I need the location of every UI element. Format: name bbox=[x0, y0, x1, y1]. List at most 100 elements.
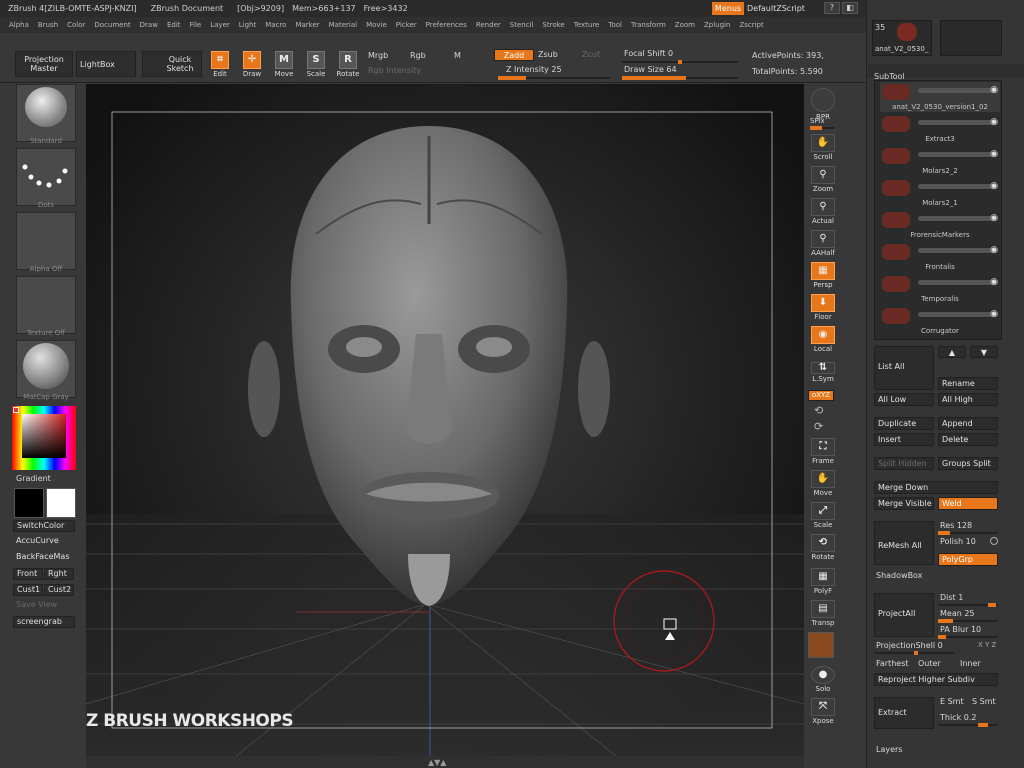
menu-file[interactable]: File bbox=[190, 21, 202, 29]
menu-zscript[interactable]: Zscript bbox=[739, 21, 763, 29]
outer-toggle[interactable]: Outer bbox=[918, 659, 941, 668]
menu-macro[interactable]: Macro bbox=[265, 21, 286, 29]
all-low-button[interactable]: All Low bbox=[874, 393, 934, 406]
tray-toggle-icon[interactable]: ▲▼▲ bbox=[428, 758, 446, 767]
subtool-toggle[interactable] bbox=[918, 88, 998, 93]
brush-selector[interactable] bbox=[16, 84, 76, 142]
menu-preferences[interactable]: Preferences bbox=[426, 21, 467, 29]
pa-blur-track[interactable] bbox=[938, 635, 998, 639]
list-all-button[interactable]: List All bbox=[874, 346, 934, 390]
custom1-view-button[interactable]: Cust1 bbox=[13, 584, 43, 596]
append-button[interactable]: Append bbox=[938, 417, 998, 430]
subtool-item[interactable]: ◉ Corrugator bbox=[880, 306, 1000, 336]
dist-slider[interactable]: Dist 1 bbox=[940, 593, 963, 602]
subtool-item[interactable]: ◉ Temporalis bbox=[880, 274, 1000, 304]
lsym-button[interactable]: ⇅ L.Sym bbox=[808, 362, 838, 392]
scale-view-button[interactable]: ⤢ Scale bbox=[808, 502, 838, 532]
menu-edit[interactable]: Edit bbox=[167, 21, 181, 29]
reproject-button[interactable]: Reproject Higher Subdiv bbox=[874, 673, 998, 686]
move-tool[interactable]: M Move bbox=[270, 49, 298, 81]
projection-shell-slider[interactable]: ProjectionShell 0 bbox=[876, 641, 943, 650]
spix-slider[interactable]: SPix bbox=[810, 117, 825, 125]
rgb-toggle[interactable]: Rgb bbox=[410, 51, 426, 60]
z-intensity-track[interactable] bbox=[498, 76, 610, 80]
draw-size-slider[interactable]: Draw Size 64 bbox=[624, 65, 677, 74]
material-selector[interactable] bbox=[16, 340, 76, 398]
subtool-toggle[interactable] bbox=[918, 120, 998, 125]
thick-slider[interactable]: Thick 0.2 bbox=[940, 713, 977, 722]
move-view-button[interactable]: ✋ Move bbox=[808, 470, 838, 500]
merge-visible-button[interactable]: Merge Visible bbox=[874, 497, 934, 510]
xpose-button[interactable]: ⤧ Xpose bbox=[808, 698, 838, 728]
eye-icon[interactable]: ◉ bbox=[990, 277, 998, 287]
draw-tool[interactable]: ✛ Draw bbox=[238, 49, 266, 81]
rotate-axis2-icon[interactable]: ⟳ bbox=[814, 420, 823, 433]
texture-selector[interactable] bbox=[16, 276, 76, 334]
rotate-tool[interactable]: R Rotate bbox=[334, 49, 362, 81]
ghost-button[interactable] bbox=[808, 632, 834, 658]
menu-material[interactable]: Material bbox=[329, 21, 357, 29]
s-smt-slider[interactable]: S Smt bbox=[972, 697, 996, 706]
eye-icon[interactable]: ◉ bbox=[990, 181, 998, 191]
menu-movie[interactable]: Movie bbox=[366, 21, 387, 29]
canvas-viewport[interactable]: Z BRUSH WORKSHOPS bbox=[86, 84, 804, 756]
rotate-axis-icon[interactable]: ⟲ bbox=[814, 404, 823, 417]
polygrp-toggle[interactable]: PolyGrp bbox=[938, 553, 998, 566]
polish-slider[interactable]: Polish 10 bbox=[940, 537, 976, 546]
bpr-button[interactable]: BPR bbox=[808, 88, 838, 121]
menu-picker[interactable]: Picker bbox=[396, 21, 417, 29]
projection-master-button[interactable]: Projection Master bbox=[15, 51, 73, 77]
remesh-all-button[interactable]: ReMesh All bbox=[874, 521, 934, 565]
accucurve-button[interactable]: AccuCurve bbox=[13, 536, 75, 548]
eye-icon[interactable]: ◉ bbox=[990, 309, 998, 319]
switchcolor-button[interactable]: SwitchColor bbox=[13, 520, 75, 532]
menu-stencil[interactable]: Stencil bbox=[510, 21, 534, 29]
front-view-button[interactable]: Front bbox=[13, 568, 43, 580]
script-name[interactable]: DefaultZScript bbox=[747, 2, 817, 15]
zoom-button[interactable]: ⚲ Zoom bbox=[808, 166, 838, 196]
layout-icon[interactable]: ◧ bbox=[842, 2, 858, 14]
delete-button[interactable]: Delete bbox=[938, 433, 998, 446]
projection-shell-track[interactable] bbox=[874, 651, 954, 655]
thick-track[interactable] bbox=[938, 723, 998, 727]
mean-track[interactable] bbox=[938, 619, 998, 623]
xyz-symmetry-button[interactable]: oXYZ bbox=[808, 390, 834, 401]
main-color-swatch[interactable] bbox=[46, 488, 76, 518]
insert-button[interactable]: Insert bbox=[874, 433, 934, 446]
subtool-item[interactable]: ◉ Molars2_1 bbox=[880, 178, 1000, 208]
solo-button[interactable]: ● Solo bbox=[808, 666, 838, 696]
subtool-item[interactable]: ◉ FrorensicMarkers bbox=[880, 210, 1000, 240]
right-view-button[interactable]: Rght bbox=[44, 568, 74, 580]
subtool-toggle[interactable] bbox=[918, 248, 998, 253]
draw-size-track[interactable] bbox=[622, 76, 738, 80]
split-hidden-button[interactable]: Split Hidden bbox=[874, 457, 934, 470]
menu-draw[interactable]: Draw bbox=[140, 21, 158, 29]
menu-light[interactable]: Light bbox=[239, 21, 256, 29]
scroll-button[interactable]: ✋ Scroll bbox=[808, 134, 838, 164]
layers-header[interactable]: Layers bbox=[876, 745, 902, 754]
focal-shift-slider[interactable]: Focal Shift 0 bbox=[624, 49, 673, 58]
polish-circle-icon[interactable] bbox=[990, 537, 998, 545]
farthest-toggle[interactable]: Farthest bbox=[876, 659, 909, 668]
m-toggle[interactable]: M bbox=[454, 51, 461, 60]
stroke-selector[interactable] bbox=[16, 148, 76, 206]
rotate-view-button[interactable]: ⟲ Rotate bbox=[808, 534, 838, 564]
subtool-item[interactable]: ◉ anat_V2_0530_version1_02 bbox=[880, 82, 1000, 112]
frame-button[interactable]: ⛶ Frame bbox=[808, 438, 838, 468]
menu-alpha[interactable]: Alpha bbox=[9, 21, 29, 29]
project-all-button[interactable]: ProjectAll bbox=[874, 593, 934, 637]
xyz-axis-toggle[interactable]: X Y Z bbox=[978, 641, 996, 649]
rename-button[interactable]: Rename bbox=[938, 377, 998, 390]
subtool-header[interactable]: SubTool bbox=[868, 64, 1024, 81]
floor-button[interactable]: ⬇ Floor bbox=[808, 294, 838, 324]
scale-tool[interactable]: S Scale bbox=[302, 49, 330, 81]
rgb-intensity-slider[interactable]: Rgb Intensity bbox=[368, 66, 421, 75]
subtool-toggle[interactable] bbox=[918, 312, 998, 317]
help-icon[interactable]: ? bbox=[824, 2, 840, 14]
duplicate-button[interactable]: Duplicate bbox=[874, 417, 934, 430]
backfacemask-button[interactable]: BackFaceMas bbox=[13, 552, 75, 564]
eye-icon[interactable]: ◉ bbox=[990, 213, 998, 223]
inner-toggle[interactable]: Inner bbox=[960, 659, 981, 668]
subtool-toggle[interactable] bbox=[918, 152, 998, 157]
transp-button[interactable]: ▤ Transp bbox=[808, 600, 838, 630]
